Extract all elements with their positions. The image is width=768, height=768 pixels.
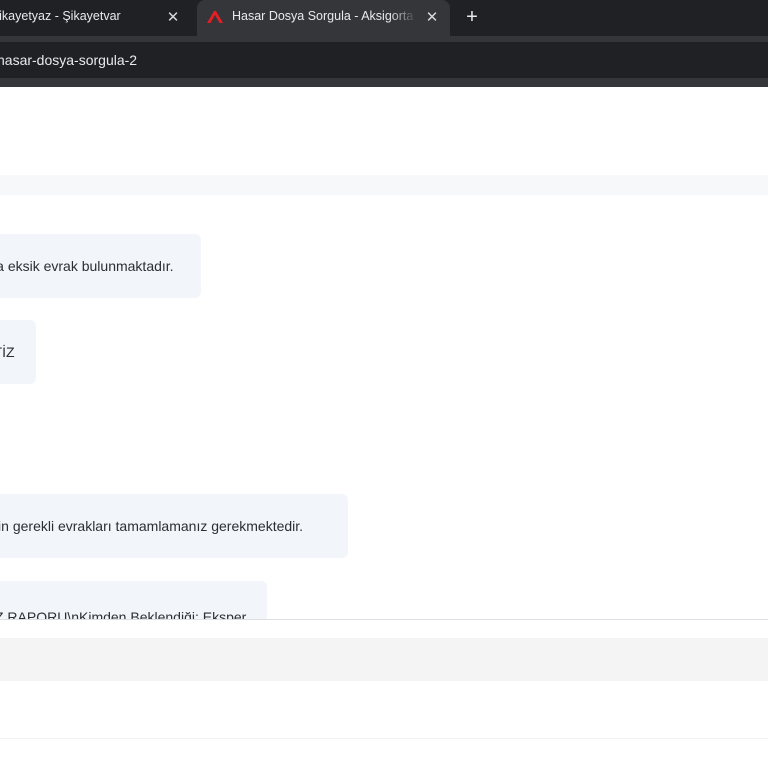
tab-title: Hasar Dosya Sorgula - Aksigorta — [232, 9, 414, 23]
url-text[interactable]: hasar-dosya-sorgula-2 — [0, 52, 137, 68]
message-text: Dosyanızın ilerlemesi için gerekli evrak… — [0, 518, 304, 534]
tab-title: Kayıt ol - Şikayetyaz - Şikayetvar — [0, 9, 121, 23]
footer-divider — [0, 738, 768, 739]
chat-divider — [0, 619, 768, 620]
chat-message-list[interactable]: Dosyanızda eksik evrak bulunmaktadır. EK… — [0, 195, 768, 619]
chat-input-bar[interactable] — [0, 638, 768, 681]
message-bubble: EKSPERTİZ RAPORU\nKimden Beklendiği: Eks… — [0, 581, 267, 619]
aksigorta-logo-icon — [207, 11, 223, 23]
message-bubble: Dosyanızın ilerlemesi için gerekli evrak… — [0, 494, 348, 558]
header-separator — [0, 175, 768, 195]
address-bar[interactable]: hasar-dosya-sorgula-2 — [0, 42, 768, 78]
tab-hasar-dosya-sorgula[interactable]: Hasar Dosya Sorgula - Aksigorta ✕ — [197, 0, 450, 36]
message-text: EKSPERTİZ RAPORU\nKimden Beklendiği: Eks… — [0, 609, 247, 619]
page-header — [0, 87, 768, 175]
message-text: EKSPERTİZ — [0, 344, 15, 360]
message-bubble: EKSPERTİZ — [0, 320, 36, 384]
new-tab-button[interactable]: + — [459, 4, 485, 30]
browser-toolbar: hasar-dosya-sorgula-2 — [0, 36, 768, 87]
browser-tabstrip: Kayıt ol - Şikayetyaz - Şikayetvar ✕ Has… — [0, 0, 768, 36]
tab-close-icon[interactable]: ✕ — [162, 6, 184, 28]
page-content: Dosyanızda eksik evrak bulunmaktadır. EK… — [0, 87, 768, 768]
tab-sikayetvar[interactable]: Kayıt ol - Şikayetyaz - Şikayetvar ✕ — [0, 0, 196, 36]
tab-close-icon[interactable]: ✕ — [421, 6, 443, 28]
message-bubble: Dosyanızda eksik evrak bulunmaktadır. — [0, 234, 201, 298]
message-text: Dosyanızda eksik evrak bulunmaktadır. — [0, 258, 174, 274]
